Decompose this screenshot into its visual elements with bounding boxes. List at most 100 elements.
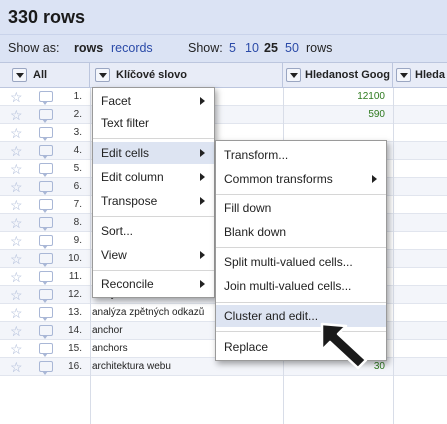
star-icon[interactable]: ☆ — [10, 108, 23, 122]
flag-icon[interactable] — [39, 145, 53, 159]
all-dropdown-icon[interactable] — [12, 68, 27, 82]
row-number: 2. — [73, 109, 82, 120]
menu-item-edit-cells[interactable]: Edit cells — [93, 142, 214, 164]
row-number: 1. — [73, 91, 82, 102]
submenu-item-fill-down[interactable]: Fill down — [216, 197, 386, 219]
page-size-50[interactable]: 50 — [285, 41, 299, 55]
row-number: 7. — [73, 199, 82, 210]
menu-item-label: Fill down — [224, 201, 272, 215]
flag-icon[interactable] — [39, 325, 53, 339]
menu-item-label: Cluster and edit... — [224, 309, 319, 323]
menu-item-facet[interactable]: Facet — [93, 90, 214, 112]
submenu-item-common-transforms[interactable]: Common transforms — [216, 168, 386, 190]
menu-item-label: Split multi-valued cells... — [224, 255, 353, 269]
menu-item-edit-column[interactable]: Edit column — [93, 166, 214, 188]
submenu-item-join[interactable]: Join multi-valued cells... — [216, 275, 386, 297]
star-icon[interactable]: ☆ — [10, 216, 23, 230]
row-number: 15. — [68, 343, 82, 354]
menu-item-label: Common transforms — [224, 172, 333, 186]
column-keyword: Klíčové slovo — [90, 63, 283, 87]
records-mode-link[interactable]: records — [111, 41, 153, 55]
menu-item-transpose[interactable]: Transpose — [93, 190, 214, 212]
search-volume-cell[interactable]: 30 — [374, 361, 385, 372]
column-search-volume: Hledanost Goog — [283, 63, 393, 87]
flag-icon[interactable] — [39, 91, 53, 105]
column-search-volume-label: Hledanost Goog — [305, 69, 390, 81]
menu-separator — [93, 138, 214, 139]
row-number: 9. — [73, 235, 82, 246]
menu-item-text-filter[interactable]: Text filter — [93, 112, 214, 134]
menu-item-view[interactable]: View — [93, 244, 214, 266]
row-number: 8. — [73, 217, 82, 228]
show-label: Show: — [188, 41, 223, 55]
star-icon[interactable]: ☆ — [10, 162, 23, 176]
star-icon[interactable]: ☆ — [10, 252, 23, 266]
search-volume-cell[interactable]: 12100 — [357, 91, 385, 102]
flag-icon[interactable] — [39, 163, 53, 177]
flag-icon[interactable] — [39, 109, 53, 123]
flag-icon[interactable] — [39, 271, 53, 285]
row-count-title: 330 rows — [8, 7, 86, 27]
star-icon[interactable]: ☆ — [10, 342, 23, 356]
view-bar: Show as: rows records Show: 5 10 25 50 r… — [0, 34, 447, 62]
submenu-arrow-icon — [200, 173, 205, 181]
star-icon[interactable]: ☆ — [10, 270, 23, 284]
flag-icon[interactable] — [39, 289, 53, 303]
submenu-arrow-icon — [200, 251, 205, 259]
star-icon[interactable]: ☆ — [10, 144, 23, 158]
keyword-cell[interactable]: architektura webu — [92, 361, 282, 372]
menu-item-label: Blank down — [224, 225, 287, 239]
row-number: 4. — [73, 145, 82, 156]
row-number: 14. — [68, 325, 82, 336]
menu-item-label: Edit cells — [101, 146, 150, 160]
menu-item-reconcile[interactable]: Reconcile — [93, 273, 214, 295]
submenu-arrow-icon — [200, 280, 205, 288]
column-next-label: Hleda — [415, 69, 445, 81]
star-icon[interactable]: ☆ — [10, 360, 23, 374]
row-number: 12. — [68, 289, 82, 300]
title-bar: 330 rows — [0, 0, 447, 34]
menu-item-sort[interactable]: Sort... — [93, 220, 214, 242]
page-size-25: 25 — [264, 41, 278, 55]
page-size-5[interactable]: 5 — [229, 41, 236, 55]
star-icon[interactable]: ☆ — [10, 180, 23, 194]
search-volume-cell[interactable]: 590 — [368, 109, 385, 120]
page-size-10[interactable]: 10 — [245, 41, 259, 55]
star-icon[interactable]: ☆ — [10, 288, 23, 302]
menu-item-label: Sort... — [101, 224, 134, 238]
star-icon[interactable]: ☆ — [10, 126, 23, 140]
flag-icon[interactable] — [39, 127, 53, 141]
flag-icon[interactable] — [39, 199, 53, 213]
flag-icon[interactable] — [39, 181, 53, 195]
submenu-arrow-icon — [200, 197, 205, 205]
column-keyword-label: Klíčové slovo — [116, 69, 187, 81]
flag-icon[interactable] — [39, 343, 53, 357]
row-number: 10. — [68, 253, 82, 264]
submenu-arrow-icon — [372, 175, 377, 183]
star-icon[interactable]: ☆ — [10, 234, 23, 248]
star-icon[interactable]: ☆ — [10, 198, 23, 212]
star-icon[interactable]: ☆ — [10, 306, 23, 320]
search-volume-dropdown-icon[interactable] — [286, 68, 301, 82]
submenu-arrow-icon — [200, 97, 205, 105]
flag-icon[interactable] — [39, 361, 53, 375]
star-icon[interactable]: ☆ — [10, 324, 23, 338]
flag-icon[interactable] — [39, 307, 53, 321]
column-all: All — [0, 63, 90, 87]
show-as-label: Show as: — [8, 41, 60, 55]
keyword-dropdown-icon[interactable] — [95, 68, 110, 82]
menu-item-label: Reconcile — [101, 277, 154, 291]
submenu-item-split[interactable]: Split multi-valued cells... — [216, 251, 386, 273]
star-icon[interactable]: ☆ — [10, 90, 23, 104]
submenu-arrow-icon — [200, 149, 205, 157]
column-divider — [90, 88, 91, 424]
menu-item-label: Facet — [101, 94, 132, 108]
row-number: 6. — [73, 181, 82, 192]
flag-icon[interactable] — [39, 217, 53, 231]
next-dropdown-icon[interactable] — [396, 68, 411, 82]
row-number: 16. — [68, 361, 82, 372]
flag-icon[interactable] — [39, 253, 53, 267]
submenu-item-transform[interactable]: Transform... — [216, 144, 386, 166]
submenu-item-blank-down[interactable]: Blank down — [216, 221, 386, 243]
flag-icon[interactable] — [39, 235, 53, 249]
